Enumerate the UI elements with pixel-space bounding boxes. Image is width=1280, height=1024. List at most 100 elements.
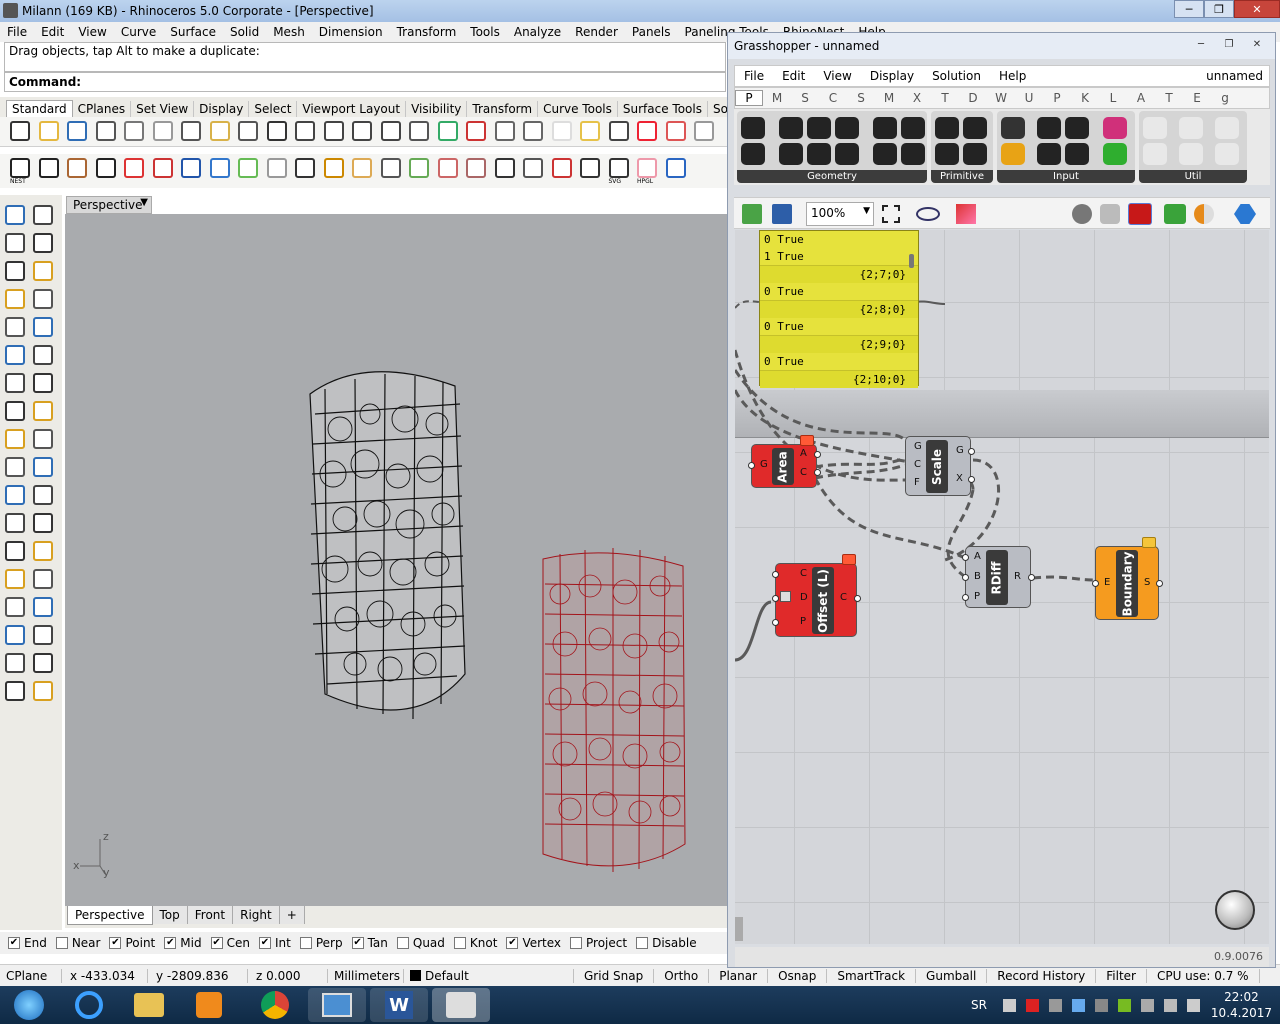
- toolbar-tool-icon[interactable]: [494, 121, 515, 141]
- toolbar-tool-icon[interactable]: [95, 121, 116, 141]
- gh-category-tab[interactable]: P: [735, 90, 763, 106]
- mesh-settings-icon[interactable]: [1234, 204, 1256, 224]
- point-param-icon[interactable]: [741, 143, 765, 165]
- toolbar-tool-icon[interactable]: [181, 121, 201, 141]
- toolbar-tab-visibility[interactable]: Visibility: [406, 101, 468, 117]
- menu-item-analyze[interactable]: Analyze: [507, 25, 568, 39]
- osnap-near[interactable]: Near: [55, 936, 100, 950]
- left-tool-icon[interactable]: [5, 457, 25, 477]
- viewport-title[interactable]: Perspective ▼: [66, 196, 152, 214]
- osnap-checkbox[interactable]: ✔: [506, 937, 519, 949]
- line-param-icon[interactable]: [779, 143, 803, 165]
- osnap-mid[interactable]: ✔ Mid: [164, 936, 202, 950]
- menu-item-curve[interactable]: Curve: [114, 25, 163, 39]
- plugin-tool-icon[interactable]: [238, 158, 258, 178]
- left-tool-icon[interactable]: [33, 317, 53, 337]
- left-tool-icon[interactable]: [5, 513, 25, 533]
- taskbar-word[interactable]: W: [370, 988, 428, 1022]
- plugin-tool-icon[interactable]: [181, 158, 201, 178]
- shaded-preview-icon[interactable]: [1128, 203, 1152, 225]
- gh-category-tab[interactable]: T: [1155, 91, 1183, 105]
- taskbar-chrome[interactable]: [246, 988, 304, 1022]
- plugin-tool-icon[interactable]: [38, 158, 59, 178]
- wifi-icon[interactable]: [1164, 998, 1177, 1012]
- minimize-button[interactable]: ─: [1174, 0, 1204, 18]
- plugin-tool-icon[interactable]: [124, 158, 144, 178]
- toolbar-tab-select[interactable]: Select: [249, 101, 298, 117]
- rdiff-port-in-p[interactable]: [962, 594, 969, 601]
- tray-icon[interactable]: [1049, 998, 1062, 1012]
- viewport-tab-perspective[interactable]: Perspective: [67, 906, 153, 925]
- value-list-icon[interactable]: [1065, 143, 1089, 165]
- offset-port-in-d[interactable]: [772, 595, 779, 602]
- group-param-icon[interactable]: [873, 143, 897, 165]
- plugin-tool-icon[interactable]: [437, 158, 458, 178]
- perspective-viewport[interactable]: z x y: [65, 214, 727, 906]
- viewport-tab-front[interactable]: Front: [187, 906, 234, 924]
- clock[interactable]: 22:02 10.4.2017: [1211, 989, 1272, 1021]
- text-param-icon[interactable]: [963, 143, 987, 165]
- toolbar-tab-transform[interactable]: Transform: [467, 101, 539, 117]
- gh-category-tab[interactable]: K: [1071, 91, 1099, 105]
- osnap-project[interactable]: Project: [570, 936, 627, 950]
- wireframe-icon[interactable]: [1100, 204, 1120, 224]
- plugin-tool-icon[interactable]: [637, 158, 657, 178]
- import-icon[interactable]: [1001, 117, 1025, 139]
- component-offset[interactable]: C D P Offset (L) C: [772, 554, 861, 637]
- plugin-tool-icon[interactable]: [380, 158, 401, 178]
- plugin-tool-icon[interactable]: [67, 158, 87, 178]
- plugin-tool-icon[interactable]: [523, 158, 543, 178]
- plugin-tool-icon[interactable]: [466, 158, 486, 178]
- taskbar-photos[interactable]: [308, 988, 366, 1022]
- left-tool-icon[interactable]: [33, 289, 53, 309]
- close-button[interactable]: ✕: [1234, 0, 1280, 18]
- image-sampler-icon[interactable]: [1103, 143, 1127, 165]
- plugin-tool-icon[interactable]: [323, 158, 344, 178]
- osnap-checkbox[interactable]: ✔: [351, 937, 364, 949]
- command-line[interactable]: Command:: [4, 72, 726, 92]
- viewport-tab-right[interactable]: Right: [233, 906, 280, 924]
- left-tool-icon[interactable]: [5, 373, 25, 393]
- osnap-quad[interactable]: Quad: [396, 936, 445, 950]
- flask-icon[interactable]: [1215, 143, 1239, 165]
- menu-item-render[interactable]: Render: [568, 25, 625, 39]
- volume-icon[interactable]: [1187, 998, 1200, 1012]
- status-pane-gumball[interactable]: Gumball: [916, 968, 988, 983]
- integer-param-icon[interactable]: [963, 117, 987, 139]
- scale-port-out-x[interactable]: [968, 476, 975, 483]
- left-tool-icon[interactable]: [33, 597, 53, 617]
- canvas-scrollbar[interactable]: [735, 917, 743, 941]
- chevron-down-icon[interactable]: ▼: [140, 197, 148, 208]
- left-tool-icon[interactable]: [5, 541, 25, 561]
- osnap-checkbox[interactable]: ✔: [109, 937, 122, 949]
- plugin-tool-icon[interactable]: [209, 158, 230, 178]
- left-tool-icon[interactable]: [5, 597, 25, 617]
- left-tool-icon[interactable]: [33, 373, 53, 393]
- geometry-icon[interactable]: [741, 117, 765, 139]
- toolbar-tool-icon[interactable]: [352, 121, 372, 141]
- left-tool-icon[interactable]: [33, 457, 53, 477]
- left-tool-icon[interactable]: [33, 569, 53, 589]
- plugin-tool-icon[interactable]: [580, 158, 600, 178]
- toolbar-tab-set-view[interactable]: Set View: [131, 101, 195, 117]
- osnap-checkbox[interactable]: [636, 937, 649, 949]
- menu-item-tools[interactable]: Tools: [463, 25, 507, 39]
- menu-item-surface[interactable]: Surface: [163, 25, 223, 39]
- toolbar-tool-icon[interactable]: [295, 121, 315, 141]
- gh-category-tab[interactable]: W: [987, 91, 1015, 105]
- left-tool-icon[interactable]: [5, 205, 25, 225]
- boundary-port-out-s[interactable]: [1156, 580, 1163, 587]
- gh-restore-button[interactable]: ❐: [1215, 35, 1243, 53]
- fitness-icon[interactable]: [1215, 117, 1239, 139]
- taskbar-ie[interactable]: [60, 988, 118, 1022]
- osnap-checkbox[interactable]: [570, 937, 583, 949]
- toolbar-tool-icon[interactable]: [523, 121, 543, 141]
- zoom-select[interactable]: 100% ▼: [806, 202, 874, 226]
- status-pane-filter[interactable]: Filter: [1096, 968, 1147, 983]
- osnap-disable[interactable]: Disable: [636, 936, 697, 950]
- plane-param-icon[interactable]: [807, 143, 831, 165]
- flag-icon[interactable]: [1141, 998, 1154, 1012]
- component-scale[interactable]: G C F Scale G X: [905, 436, 975, 496]
- menu-item-transform[interactable]: Transform: [390, 25, 464, 39]
- field-param-icon[interactable]: [901, 143, 925, 165]
